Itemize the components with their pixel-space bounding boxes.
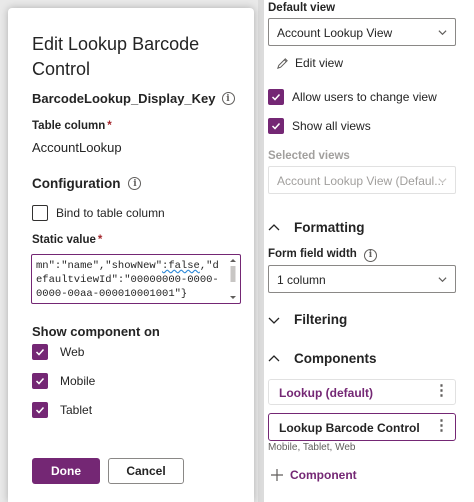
pencil-icon [277, 57, 288, 69]
info-icon[interactable]: i [128, 177, 142, 190]
info-icon[interactable]: i [221, 92, 235, 105]
cancel-button[interactable]: Cancel [108, 458, 184, 484]
default-view-value: Account Lookup View [277, 26, 393, 40]
show-component-on-label: Show component on [32, 324, 160, 339]
components-label: Components [294, 351, 377, 366]
filtering-section-header[interactable]: Filtering [268, 312, 347, 327]
edit-control-dialog: Edit Lookup Barcode Control BarcodeLooku… [8, 8, 254, 502]
configuration-label: Configuration [32, 176, 121, 191]
allow-change-view-label: Allow users to change view [292, 90, 437, 104]
checkmark-icon [32, 344, 48, 360]
component-card-lookup-default[interactable]: Lookup (default) ⋮ [268, 379, 456, 405]
static-value-textarea[interactable]: mn":"name","showNew":false,"defaultviewI… [31, 254, 241, 304]
formatting-section-header[interactable]: Formatting [268, 220, 365, 235]
checkmark-icon [268, 118, 284, 134]
table-column-label: Table column * [32, 120, 112, 132]
bind-to-column-label: Bind to table column [56, 206, 165, 220]
checkmark-icon [268, 89, 284, 105]
field-name: BarcodeLookup_Display_Key [32, 91, 216, 106]
textarea-scrollbar[interactable] [228, 257, 238, 301]
selected-views-value: Account Lookup View (Defaul... [277, 174, 445, 188]
platform-checkbox-tablet[interactable]: Tablet [32, 402, 92, 418]
configuration-header: Configuration i [32, 176, 142, 191]
field-name-row: BarcodeLookup_Display_Key i [32, 91, 235, 106]
more-options-icon[interactable]: ⋮ [434, 383, 449, 399]
form-field-width-label: Form field width i [268, 248, 378, 262]
platform-label: Tablet [60, 403, 93, 417]
form-field-width-dropdown[interactable]: 1 column [268, 265, 456, 293]
checkmark-icon [32, 373, 48, 389]
platform-checkbox-mobile[interactable]: Mobile [32, 373, 95, 389]
chevron-up-icon [268, 354, 280, 361]
default-view-label: Default view [268, 2, 336, 14]
chevron-down-icon [438, 277, 447, 283]
done-button[interactable]: Done [32, 458, 100, 484]
show-all-views-label: Show all views [292, 119, 371, 133]
component-card-lookup-barcode[interactable]: Lookup Barcode Control ⋮ [268, 413, 456, 441]
chevron-up-icon [268, 223, 280, 230]
allow-change-view-checkbox[interactable]: Allow users to change view [268, 89, 437, 105]
static-value-text: mn":"name","showNew" [36, 260, 163, 272]
edit-view-button[interactable]: Edit view [276, 56, 343, 70]
static-value-label: Static value * [32, 234, 102, 246]
info-icon[interactable]: i [364, 248, 378, 262]
required-marker: * [97, 234, 103, 246]
checkmark-icon [32, 402, 48, 418]
static-value-label-text: Static value [32, 234, 96, 246]
table-column-value: AccountLookup [32, 140, 122, 155]
table-column-label-text: Table column [32, 120, 106, 132]
required-marker: * [107, 120, 112, 132]
bind-to-column-checkbox[interactable]: Bind to table column [32, 205, 165, 221]
pane-scrollbar[interactable] [258, 0, 264, 502]
platform-label: Web [60, 345, 85, 359]
form-field-width-value: 1 column [277, 273, 326, 287]
add-component-label: Component [290, 468, 357, 482]
plus-icon [271, 469, 283, 481]
add-component-button[interactable]: Component [270, 468, 357, 482]
components-section-header[interactable]: Components [268, 351, 377, 366]
form-field-width-text: Form field width [268, 248, 357, 260]
show-all-views-checkbox[interactable]: Show all views [268, 118, 371, 134]
edit-view-label: Edit view [295, 56, 344, 70]
checkbox-empty-icon [32, 205, 48, 221]
component-label: Lookup Barcode Control [279, 421, 420, 435]
default-view-dropdown[interactable]: Account Lookup View [268, 18, 456, 46]
dialog-title: Edit Lookup Barcode Control [32, 34, 200, 79]
selected-views-label: Selected views [268, 150, 350, 162]
chevron-down-icon [438, 30, 447, 36]
chevron-down-icon [438, 178, 447, 184]
filtering-label: Filtering [294, 312, 348, 327]
selected-views-dropdown: Account Lookup View (Defaul... [268, 166, 456, 194]
component-label: Lookup (default) [279, 386, 373, 400]
component-platforms-caption: Mobile, Tablet, Web [268, 442, 356, 453]
platform-label: Mobile [60, 374, 96, 388]
more-options-icon[interactable]: ⋮ [434, 418, 449, 434]
static-value-text-flagged: :false [162, 260, 200, 272]
chevron-down-icon [268, 317, 280, 324]
formatting-label: Formatting [294, 220, 365, 235]
platform-checkbox-web[interactable]: Web [32, 344, 84, 360]
